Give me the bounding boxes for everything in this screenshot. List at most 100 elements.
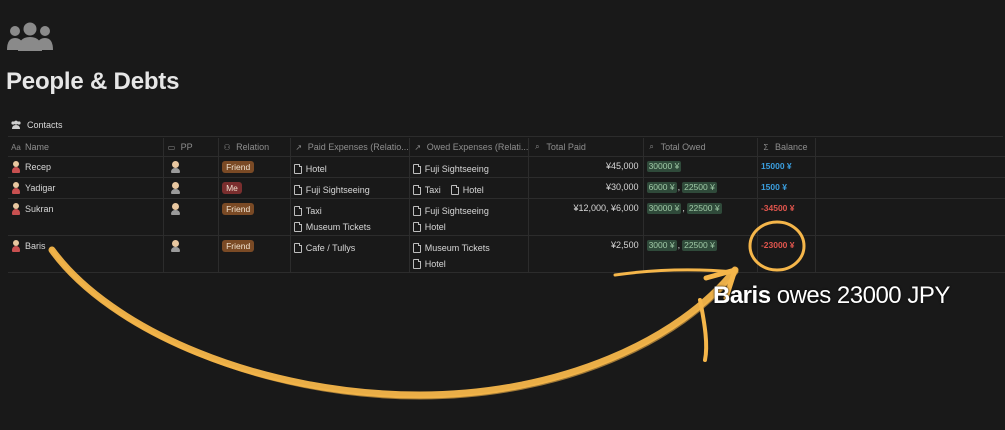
relation-item-label: Hotel	[424, 259, 446, 269]
contacts-table: Aa Name ▭ PP ⚇ Relation ↗ Paid Expenses (Relati…	[8, 138, 1005, 273]
relation-item[interactable]: Fuji Sightseeing	[293, 182, 409, 198]
cell-owed-expenses[interactable]: Museum Tickets Hotel	[409, 235, 530, 273]
row-name[interactable]: Yadigar	[25, 183, 55, 193]
column-header-label: Total Paid	[546, 142, 586, 152]
cell-pp[interactable]	[163, 198, 220, 236]
column-header-content: Aa Name	[11, 142, 162, 152]
cell-owed-expenses[interactable]: Taxi Hotel	[409, 177, 530, 199]
total-paid-value: ¥45,000	[606, 161, 639, 171]
cell-relation[interactable]: Friend	[218, 156, 291, 178]
search-icon: ⌕	[535, 142, 540, 151]
table-row[interactable]: Sukran Friend Taxi Museum Tickets Fuji Sight…	[8, 198, 1005, 236]
cell-total-owed[interactable]: 3000 ¥, 22500 ¥	[643, 235, 758, 273]
row-name[interactable]: Baris	[25, 241, 46, 251]
column-header-total_paid[interactable]: ⌕ Total Paid	[528, 138, 644, 157]
cell-paid-expenses[interactable]: Taxi Museum Tickets	[290, 198, 410, 236]
row-name[interactable]: Recep	[25, 162, 51, 172]
cell-total-owed[interactable]: 30000 ¥, 22500 ¥	[643, 198, 758, 236]
person-icon	[11, 182, 21, 194]
cell-name[interactable]: Recep	[8, 156, 164, 178]
view-tab-contacts[interactable]: Contacts	[10, 120, 63, 130]
relation-list: Taxi Hotel	[412, 182, 528, 198]
cell-name[interactable]: Yadigar	[8, 177, 164, 199]
cell-balance[interactable]: -34500 ¥	[757, 198, 816, 236]
cell-empty	[815, 198, 1005, 236]
relation-item[interactable]: Taxi	[293, 203, 409, 219]
relation-item[interactable]: Fuji Sightseeing	[412, 161, 528, 177]
balance-value: 1500 ¥	[760, 182, 787, 192]
relation-item[interactable]: Hotel	[293, 161, 409, 177]
relation-list: Fuji Sightseeing	[293, 182, 409, 198]
relation-item[interactable]: Hotel	[450, 182, 484, 198]
relation-item[interactable]: Fuji Sightseeing	[412, 203, 528, 219]
relation-item[interactable]: Museum Tickets	[293, 219, 409, 235]
relation-item-label: Fuji Sightseeing	[305, 185, 370, 195]
total-owed-pill: 30000 ¥	[646, 203, 682, 214]
name-cell-content: Yadigar	[11, 182, 162, 194]
table-header-row: Aa Name ▭ PP ⚇ Relation ↗ Paid Expenses (Relati…	[8, 138, 1005, 157]
relation-list: Fuji Sightseeing Hotel	[412, 203, 528, 235]
cell-relation[interactable]: Friend	[218, 198, 291, 236]
column-header-pp[interactable]: ▭ PP	[163, 138, 220, 157]
people-icon: ⚇	[223, 142, 231, 152]
relation-item[interactable]: Museum Tickets	[412, 240, 528, 256]
column-header-name[interactable]: Aa Name	[8, 138, 164, 157]
relation-item[interactable]: Cafe / Tullys	[293, 240, 409, 256]
page-icon	[293, 243, 302, 253]
people-group-icon	[11, 120, 21, 129]
total-owed-pill: 22500 ¥	[682, 240, 717, 251]
relation-item[interactable]: Taxi	[412, 182, 441, 198]
column-header-total_owed[interactable]: ⌕ Total Owed	[643, 138, 758, 157]
cell-pp[interactable]	[163, 177, 220, 199]
cell-name[interactable]: Baris	[8, 235, 164, 273]
column-header-label: Owed Expenses (Relati...	[426, 142, 529, 152]
cell-total-paid[interactable]: ¥30,000	[528, 177, 644, 199]
cell-total-paid[interactable]: ¥12,000, ¥6,000	[528, 198, 644, 236]
column-header-paid[interactable]: ↗ Paid Expenses (Relatio...	[290, 138, 410, 157]
cell-balance[interactable]: 1500 ¥	[757, 177, 816, 199]
cell-paid-expenses[interactable]: Fuji Sightseeing	[290, 177, 410, 199]
page-icon	[412, 185, 421, 195]
row-name[interactable]: Sukran	[25, 204, 54, 214]
cell-relation[interactable]: Me	[218, 177, 291, 199]
cell-name[interactable]: Sukran	[8, 198, 164, 236]
relation-item[interactable]: Hotel	[412, 256, 528, 272]
column-header-label: Name	[25, 142, 50, 152]
cell-total-owed[interactable]: 6000 ¥, 22500 ¥	[643, 177, 758, 199]
divider	[8, 136, 1003, 137]
pp-head	[171, 161, 179, 168]
table-row[interactable]: Yadigar Me Fuji Sightseeing Taxi Hotel ¥30,00…	[8, 177, 1005, 199]
relation-item[interactable]: Hotel	[412, 219, 528, 235]
column-header-relation[interactable]: ⚇ Relation	[218, 138, 291, 157]
cell-total-owed[interactable]: 30000 ¥	[643, 156, 758, 178]
column-header-owed[interactable]: ↗ Owed Expenses (Relati...	[409, 138, 530, 157]
total-owed-pill: 22500 ¥	[686, 203, 722, 214]
cell-balance[interactable]: -23000 ¥	[757, 235, 816, 273]
people-group-icon	[6, 22, 54, 52]
total-owed-pill: 3000 ¥	[646, 240, 677, 251]
profile-picture	[170, 182, 181, 194]
page-icon	[293, 164, 302, 174]
file-icon: ▭	[167, 142, 176, 152]
column-header-content: ⌕ Total Paid	[532, 142, 642, 152]
search-icon: ⌕	[649, 142, 654, 151]
cell-total-paid[interactable]: ¥45,000	[528, 156, 644, 178]
table-row[interactable]: Baris Friend Cafe / Tullys Museum Tickets Ho…	[8, 235, 1005, 273]
column-header-add[interactable]	[815, 138, 1005, 157]
total-owed-pill: 6000 ¥	[646, 182, 677, 193]
cell-relation[interactable]: Friend	[218, 235, 291, 273]
column-header-balance[interactable]: Σ Balance	[757, 138, 816, 157]
cell-owed-expenses[interactable]: Fuji Sightseeing Hotel	[409, 198, 530, 236]
cell-paid-expenses[interactable]: Hotel	[290, 156, 410, 178]
cell-total-paid[interactable]: ¥2,500	[528, 235, 644, 273]
cell-paid-expenses[interactable]: Cafe / Tullys	[290, 235, 410, 273]
table-row[interactable]: Recep Friend Hotel Fuji Sightseeing ¥45,000 3…	[8, 156, 1005, 178]
cell-owed-expenses[interactable]: Fuji Sightseeing	[409, 156, 530, 178]
avatar-body	[12, 209, 20, 215]
cell-pp[interactable]	[163, 156, 220, 178]
profile-picture	[170, 240, 181, 252]
cell-balance[interactable]: 15000 ¥	[757, 156, 816, 178]
relation-item-label: Hotel	[305, 164, 327, 174]
cell-pp[interactable]	[163, 235, 220, 273]
separator: ,	[677, 240, 681, 250]
